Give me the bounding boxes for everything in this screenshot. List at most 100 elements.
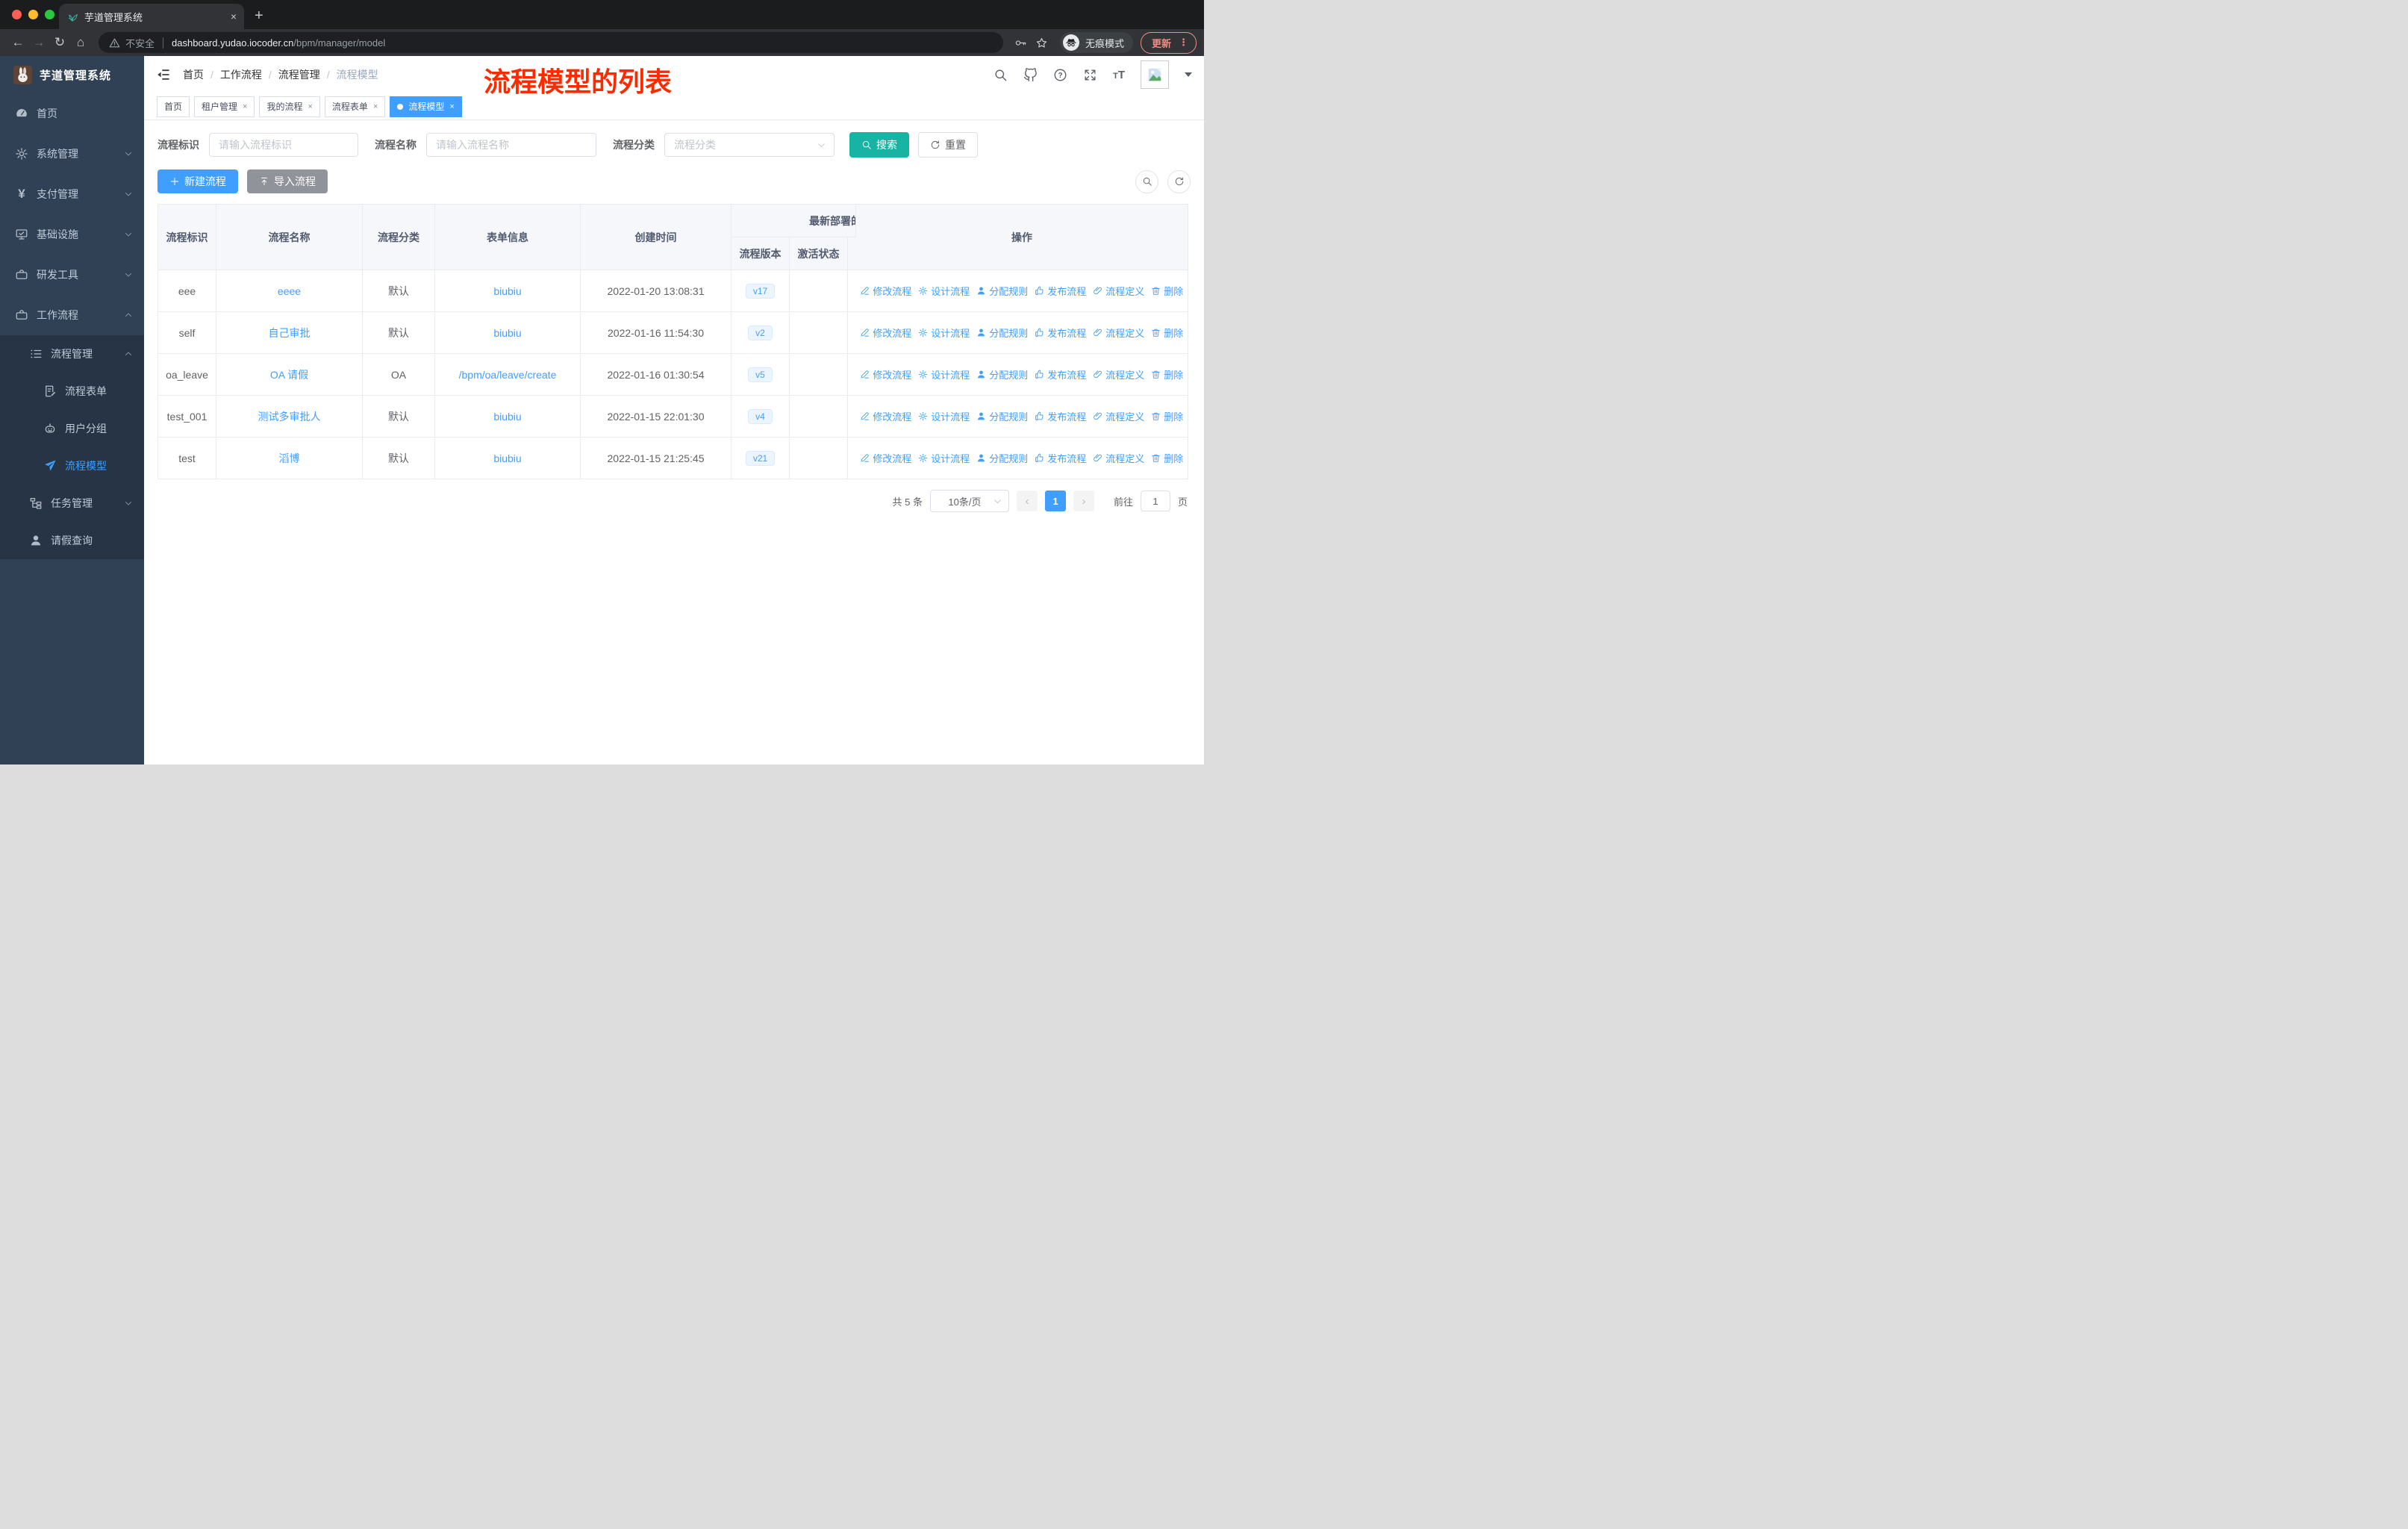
process-definition-link[interactable]: 流程定义 (1093, 326, 1144, 340)
font-size-icon[interactable]: TT (1113, 69, 1125, 81)
edit-process-link[interactable]: 修改流程 (860, 451, 911, 465)
process-name-input[interactable] (426, 133, 596, 157)
tab-my-process[interactable]: 我的流程 × (259, 96, 320, 117)
toggle-search-button[interactable] (1135, 169, 1158, 193)
process-definition-link[interactable]: 流程定义 (1093, 409, 1144, 423)
design-process-link[interactable]: 设计流程 (918, 367, 970, 382)
reload-button[interactable]: ↻ (49, 32, 70, 53)
process-name-link[interactable]: eeee (278, 285, 301, 297)
form-info-link[interactable]: /bpm/oa/leave/create (459, 369, 557, 381)
tab-tenant-management[interactable]: 租户管理 × (194, 96, 255, 117)
sidebar-item-process-form[interactable]: 流程表单 (0, 373, 144, 410)
publish-process-link[interactable]: 发布流程 (1035, 367, 1086, 382)
close-icon[interactable]: × (373, 102, 378, 111)
breadcrumb-workflow[interactable]: 工作流程 (220, 67, 262, 82)
next-page-button[interactable]: › (1073, 491, 1094, 511)
form-info-link[interactable]: biubiu (493, 327, 521, 339)
process-category-select[interactable]: 流程分类 (664, 133, 835, 157)
process-name-link[interactable]: 滔博 (279, 452, 300, 464)
form-info-link[interactable]: biubiu (493, 411, 521, 423)
search-icon[interactable] (994, 68, 1008, 82)
delete-link[interactable]: 删除 (1151, 367, 1183, 382)
bookmark-star-icon[interactable] (1032, 32, 1052, 53)
process-name-link[interactable]: OA 请假 (270, 369, 308, 381)
sidebar-item-devtools[interactable]: 研发工具 (0, 255, 144, 295)
page-size-select[interactable]: 10条/页 (929, 490, 1009, 512)
sidebar-item-process-management[interactable]: 流程管理 (0, 335, 144, 373)
sidebar-item-payment[interactable]: ¥ 支付管理 (0, 174, 144, 214)
delete-link[interactable]: 删除 (1151, 409, 1183, 423)
current-page-button[interactable]: 1 (1044, 491, 1066, 511)
goto-page-input[interactable] (1140, 491, 1170, 511)
search-button[interactable]: 搜索 (849, 132, 909, 158)
sidebar-item-task-management[interactable]: 任务管理 (0, 485, 144, 522)
import-process-button[interactable]: 导入流程 (247, 169, 328, 193)
process-id-input[interactable] (209, 133, 358, 157)
close-icon[interactable]: × (243, 102, 247, 111)
process-name-link[interactable]: 测试多审批人 (258, 411, 321, 423)
assign-rule-link[interactable]: 分配规则 (976, 326, 1028, 340)
minimize-window-button[interactable] (28, 10, 38, 19)
refresh-table-button[interactable] (1167, 169, 1191, 193)
avatar[interactable] (1141, 60, 1169, 89)
process-name-link[interactable]: 自己审批 (269, 327, 311, 339)
delete-link[interactable]: 删除 (1151, 451, 1183, 465)
edit-process-link[interactable]: 修改流程 (860, 284, 911, 298)
collapse-sidebar-icon[interactable] (156, 67, 171, 82)
process-definition-link[interactable]: 流程定义 (1093, 367, 1144, 382)
password-key-icon[interactable] (1011, 32, 1032, 53)
publish-process-link[interactable]: 发布流程 (1035, 451, 1086, 465)
tab-close-icon[interactable]: × (231, 10, 237, 22)
assign-rule-link[interactable]: 分配规则 (976, 284, 1028, 298)
edit-process-link[interactable]: 修改流程 (860, 409, 911, 423)
publish-process-link[interactable]: 发布流程 (1035, 409, 1086, 423)
fullscreen-icon[interactable] (1083, 68, 1097, 82)
reset-button[interactable]: 重置 (918, 132, 978, 158)
process-definition-link[interactable]: 流程定义 (1093, 451, 1144, 465)
home-button[interactable]: ⌂ (70, 32, 91, 53)
sidebar-item-system[interactable]: 系统管理 (0, 134, 144, 174)
new-tab-button[interactable]: + (255, 7, 263, 25)
tab-process-form[interactable]: 流程表单 × (324, 96, 386, 117)
update-chrome-button[interactable]: 更新 ⋮ (1140, 31, 1197, 54)
github-icon[interactable] (1023, 68, 1038, 82)
design-process-link[interactable]: 设计流程 (918, 451, 970, 465)
edit-process-link[interactable]: 修改流程 (860, 367, 911, 382)
sidebar-item-leave-query[interactable]: 请假查询 (0, 522, 144, 559)
sidebar-item-infrastructure[interactable]: 基础设施 (0, 214, 144, 255)
sidebar-item-process-model[interactable]: 流程模型 (0, 447, 144, 485)
delete-link[interactable]: 删除 (1151, 326, 1183, 340)
assign-rule-link[interactable]: 分配规则 (976, 367, 1028, 382)
publish-process-link[interactable]: 发布流程 (1035, 326, 1086, 340)
design-process-link[interactable]: 设计流程 (918, 326, 970, 340)
sidebar-item-workflow[interactable]: 工作流程 (0, 295, 144, 335)
address-bar[interactable]: 不安全 dashboard.yudao.iocoder.cn/bpm/manag… (99, 32, 1003, 53)
assign-rule-link[interactable]: 分配规则 (976, 451, 1028, 465)
sidebar-item-user-group[interactable]: 用户分组 (0, 410, 144, 447)
avatar-caret-icon[interactable] (1185, 72, 1192, 77)
edit-process-link[interactable]: 修改流程 (860, 326, 911, 340)
prev-page-button[interactable]: ‹ (1016, 491, 1038, 511)
delete-link[interactable]: 删除 (1151, 284, 1183, 298)
design-process-link[interactable]: 设计流程 (918, 284, 970, 298)
assign-rule-link[interactable]: 分配规则 (976, 409, 1028, 423)
browser-tab[interactable]: 芋道管理系统 × (59, 4, 244, 29)
tab-home[interactable]: 首页 (157, 96, 190, 117)
sidebar-item-home[interactable]: 首页 (0, 93, 144, 134)
design-process-link[interactable]: 设计流程 (918, 409, 970, 423)
breadcrumb-process-management[interactable]: 流程管理 (278, 67, 320, 82)
create-process-button[interactable]: 新建流程 (157, 169, 238, 193)
help-icon[interactable] (1053, 68, 1067, 82)
close-window-button[interactable] (12, 10, 22, 19)
close-icon[interactable]: × (308, 102, 312, 111)
form-info-link[interactable]: biubiu (493, 452, 521, 464)
browser-menu-dots-icon[interactable]: ⋮ (1179, 37, 1188, 49)
maximize-window-button[interactable] (45, 10, 54, 19)
process-definition-link[interactable]: 流程定义 (1093, 284, 1144, 298)
breadcrumb-home[interactable]: 首页 (183, 67, 204, 82)
back-button[interactable]: ← (7, 32, 28, 53)
publish-process-link[interactable]: 发布流程 (1035, 284, 1086, 298)
tab-process-model[interactable]: 流程模型 × (390, 96, 462, 117)
forward-button[interactable]: → (28, 32, 49, 53)
close-icon[interactable]: × (449, 102, 454, 111)
